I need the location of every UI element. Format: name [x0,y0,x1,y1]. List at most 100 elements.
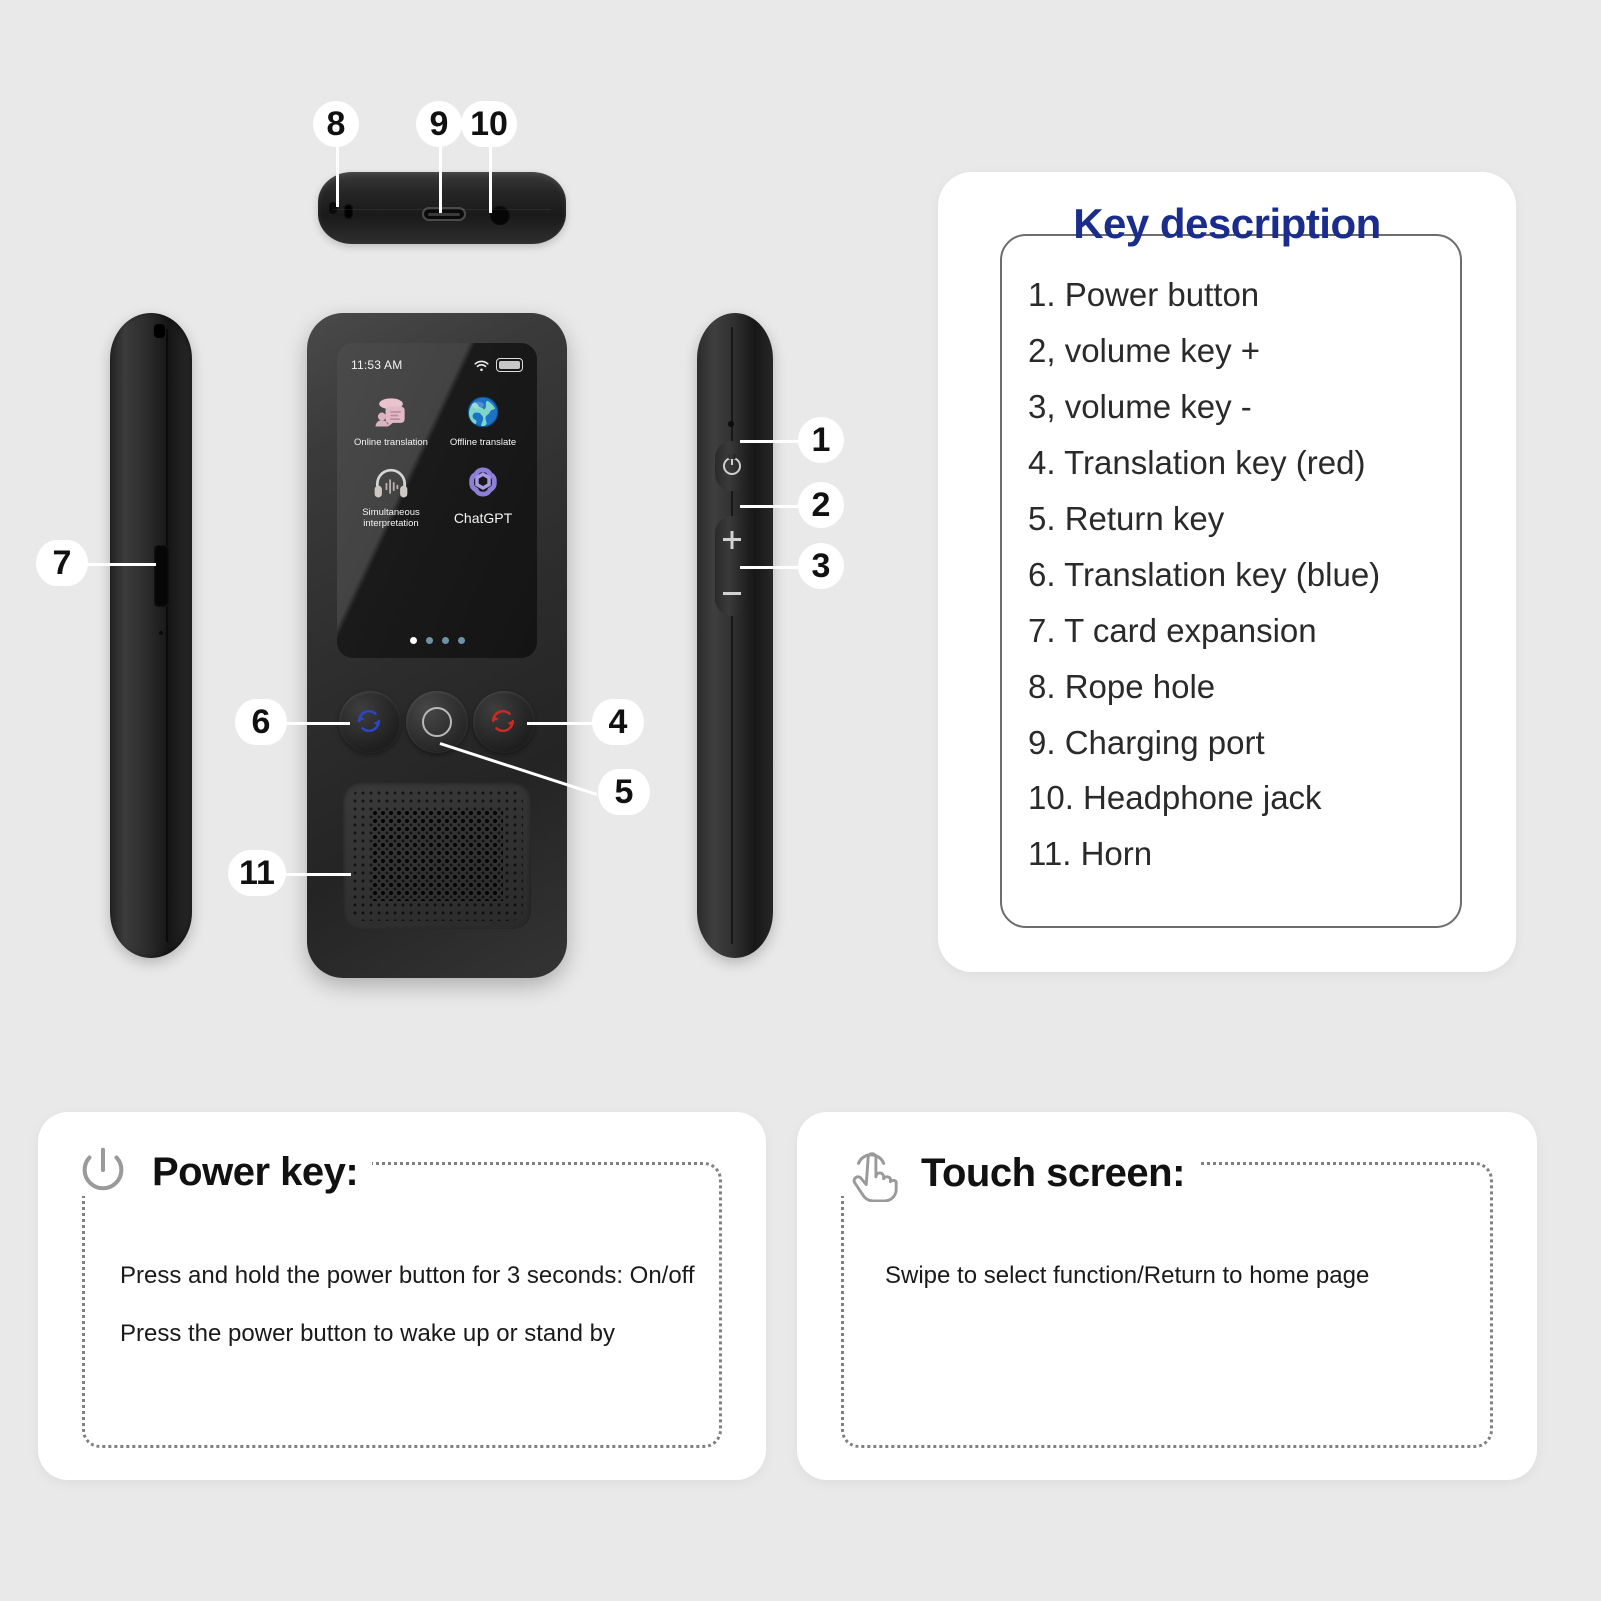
touch-screen-card: Touch screen: Swipe to select function/R… [797,1112,1537,1480]
power-key-card: Power key: Press and hold the power butt… [38,1112,766,1480]
key-list-item: 3, volume key - [1028,387,1252,425]
callout-number: 5 [614,773,634,811]
app-label: Offline translate [449,437,517,448]
callout-badge-8: 8 [313,101,359,147]
online-translation-icon [370,391,412,433]
t-card-slot [154,545,169,607]
callout-badge-2: 2 [798,482,844,528]
callout-line-9 [439,145,442,213]
circular-arrows-blue-icon [354,706,386,738]
callout-badge-6: 6 [235,699,287,745]
app-grid: Online translation Offline translate Sim… [337,391,537,530]
key-list-item: 6. Translation key (blue) [1028,555,1381,593]
callout-line-4 [527,722,596,725]
return-key[interactable] [406,691,468,753]
key-list-item: 2, volume key + [1028,331,1261,369]
callout-number: 3 [811,547,831,585]
page-dot[interactable] [409,637,417,644]
app-label: Simultaneous interpretation [362,506,420,529]
app-offline-translate[interactable]: Offline translate [437,391,529,449]
chatgpt-icon [462,461,504,503]
infographic-page: 8 9 10 7 11:53 AM Online translation Off… [0,0,1601,1601]
horn-speaker [343,781,531,929]
power-icon [723,457,741,475]
power-key-title: Power key: [152,1149,359,1194]
wifi-icon [474,359,489,372]
callout-badge-5: 5 [598,769,650,815]
callout-line-3 [740,566,803,569]
device-front-view: 11:53 AM Online translation Offline tran… [307,313,567,978]
power-key-line: Press and hold the power button for 3 se… [120,1262,695,1289]
case-seam [166,329,168,942]
speaker-mesh-inner [371,809,503,901]
power-button[interactable] [715,441,749,491]
callout-line-7 [86,563,156,566]
touch-screen-line: Swipe to select function/Return to home … [885,1262,1370,1289]
key-list-item: 11. Horn [1028,835,1153,873]
key-list-item: 7. T card expansion [1028,611,1317,649]
power-key-line: Press the power button to wake up or sta… [120,1320,615,1347]
callout-number: 10 [470,105,508,143]
key-list-item: 8. Rope hole [1028,667,1216,705]
globe-icon [462,391,504,433]
callout-number: 7 [52,544,72,582]
page-indicator-dots [337,637,537,644]
callout-number: 9 [429,105,449,143]
device-screen[interactable]: 11:53 AM Online translation Offline tran… [337,343,537,658]
app-label: Online translation [354,437,428,448]
callout-badge-7: 7 [36,540,88,586]
reset-pinhole [159,631,163,635]
status-bar: 11:53 AM [337,355,537,375]
volume-up-icon [723,538,741,541]
callout-badge-9: 9 [416,101,462,147]
app-online-translation[interactable]: Online translation [345,391,437,449]
key-description-title: Key description [1073,200,1381,247]
callout-badge-11: 11 [228,850,286,896]
app-label: ChatGPT [453,509,513,526]
page-dot[interactable] [425,637,433,644]
return-ring-icon [422,707,452,737]
callout-badge-4: 4 [592,699,644,745]
charging-port [422,207,466,221]
callout-number: 11 [239,854,275,892]
touch-screen-header: Touch screen: [839,1142,1199,1204]
callout-line-6 [283,722,350,725]
status-icons [474,358,523,372]
device-left-side-view [110,313,192,958]
key-list-item: 1. Power button [1028,276,1260,313]
battery-icon [496,358,523,372]
key-list-item: 4. Translation key (red) [1028,443,1366,481]
power-key-header: Power key: [68,1142,373,1202]
callout-line-2 [740,505,803,508]
touch-hand-icon [845,1142,903,1204]
app-simultaneous-interpretation[interactable]: Simultaneous interpretation [345,461,437,530]
status-clock: 11:53 AM [351,358,403,372]
callout-line-10 [489,145,492,213]
callout-number: 8 [326,105,346,143]
callout-line-1 [740,440,803,443]
volume-down-icon [723,592,741,595]
callout-number: 1 [811,421,831,459]
key-list-item: 9. Charging port [1028,723,1265,761]
rope-hole-side [154,324,165,338]
page-dot[interactable] [457,637,465,644]
callout-number: 4 [608,703,628,741]
rope-hole [344,204,353,219]
power-key-lines: Press and hold the power button for 3 se… [120,1262,726,1348]
callout-badge-3: 3 [798,543,844,589]
callout-badge-10: 10 [461,101,517,147]
app-chatgpt[interactable]: ChatGPT [437,461,529,530]
callout-badge-1: 1 [798,417,844,463]
microphone-pinhole [728,421,734,427]
touch-screen-title: Touch screen: [921,1150,1185,1195]
page-dot[interactable] [441,637,449,644]
translation-key-red[interactable] [473,691,535,753]
circular-arrows-red-icon [488,706,520,738]
touch-screen-lines: Swipe to select function/Return to home … [885,1262,1497,1290]
headphone-jack [490,205,510,225]
callout-number: 6 [251,703,271,741]
device-bottom-edge-view [318,172,566,244]
device-right-side-view [697,313,773,958]
power-icon [74,1142,134,1202]
headphones-icon [370,461,412,503]
